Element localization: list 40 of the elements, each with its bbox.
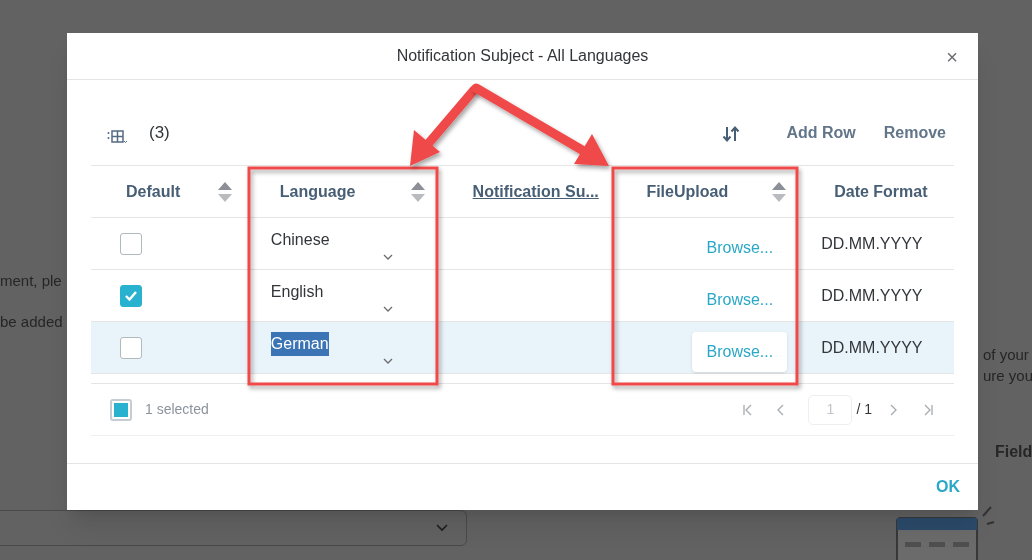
sort-icon[interactable] [216, 180, 233, 203]
column-header[interactable]: Language [279, 179, 356, 204]
checkbox[interactable] [120, 336, 142, 359]
checkbox[interactable] [120, 284, 142, 307]
language-cell[interactable]: Chinese [270, 227, 330, 252]
table-settings-icon[interactable] [107, 129, 129, 145]
sort-icon[interactable] [409, 180, 426, 203]
sort-icon[interactable] [722, 125, 741, 143]
sort-icon[interactable] [771, 180, 788, 203]
background-text: be added [0, 311, 63, 332]
chevron-down-icon [436, 524, 448, 532]
background-text: ure you [983, 366, 1032, 386]
background-text: ment, ple [0, 271, 63, 291]
date-format-cell-text: DD.MM.YYYY [821, 337, 923, 358]
background-label: Field [995, 442, 1032, 462]
language-cell[interactable]: German [270, 331, 329, 356]
row-count: (3) [149, 121, 170, 144]
dropdown-chevron-icon[interactable] [382, 254, 393, 260]
close-button[interactable]: × [946, 47, 958, 67]
language-cell[interactable]: English [270, 279, 324, 304]
selection-count: 1 selected [145, 400, 209, 419]
date-format-cell-text: DD.MM.YYYY [821, 285, 923, 306]
next-page-icon[interactable] [888, 403, 898, 416]
select-all-checkbox[interactable] [110, 398, 132, 421]
page-total: / 1 [856, 400, 872, 419]
toolbar-button[interactable]: Add Row [778, 121, 864, 145]
dropdown-chevron-icon[interactable] [382, 358, 393, 364]
checkbox[interactable] [120, 232, 142, 255]
dropdown-chevron-icon[interactable] [382, 306, 393, 312]
dialog-title: Notification Subject - All Languages [396, 46, 649, 66]
last-page-icon[interactable] [922, 403, 934, 416]
table-row[interactable]: German Browse... DD.MM.YYYY [91, 322, 954, 374]
column-header[interactable]: FileUpload [646, 179, 729, 204]
column-header[interactable]: Date Format [834, 179, 928, 204]
toolbar-button[interactable]: Remove [875, 121, 954, 145]
column-header[interactable]: Default [126, 179, 181, 204]
background-text: of your [983, 345, 1030, 365]
date-format-cell-text: DD.MM.YYYY [821, 233, 923, 254]
check-icon [124, 289, 138, 302]
column-header[interactable]: Notification Su... [472, 179, 599, 204]
